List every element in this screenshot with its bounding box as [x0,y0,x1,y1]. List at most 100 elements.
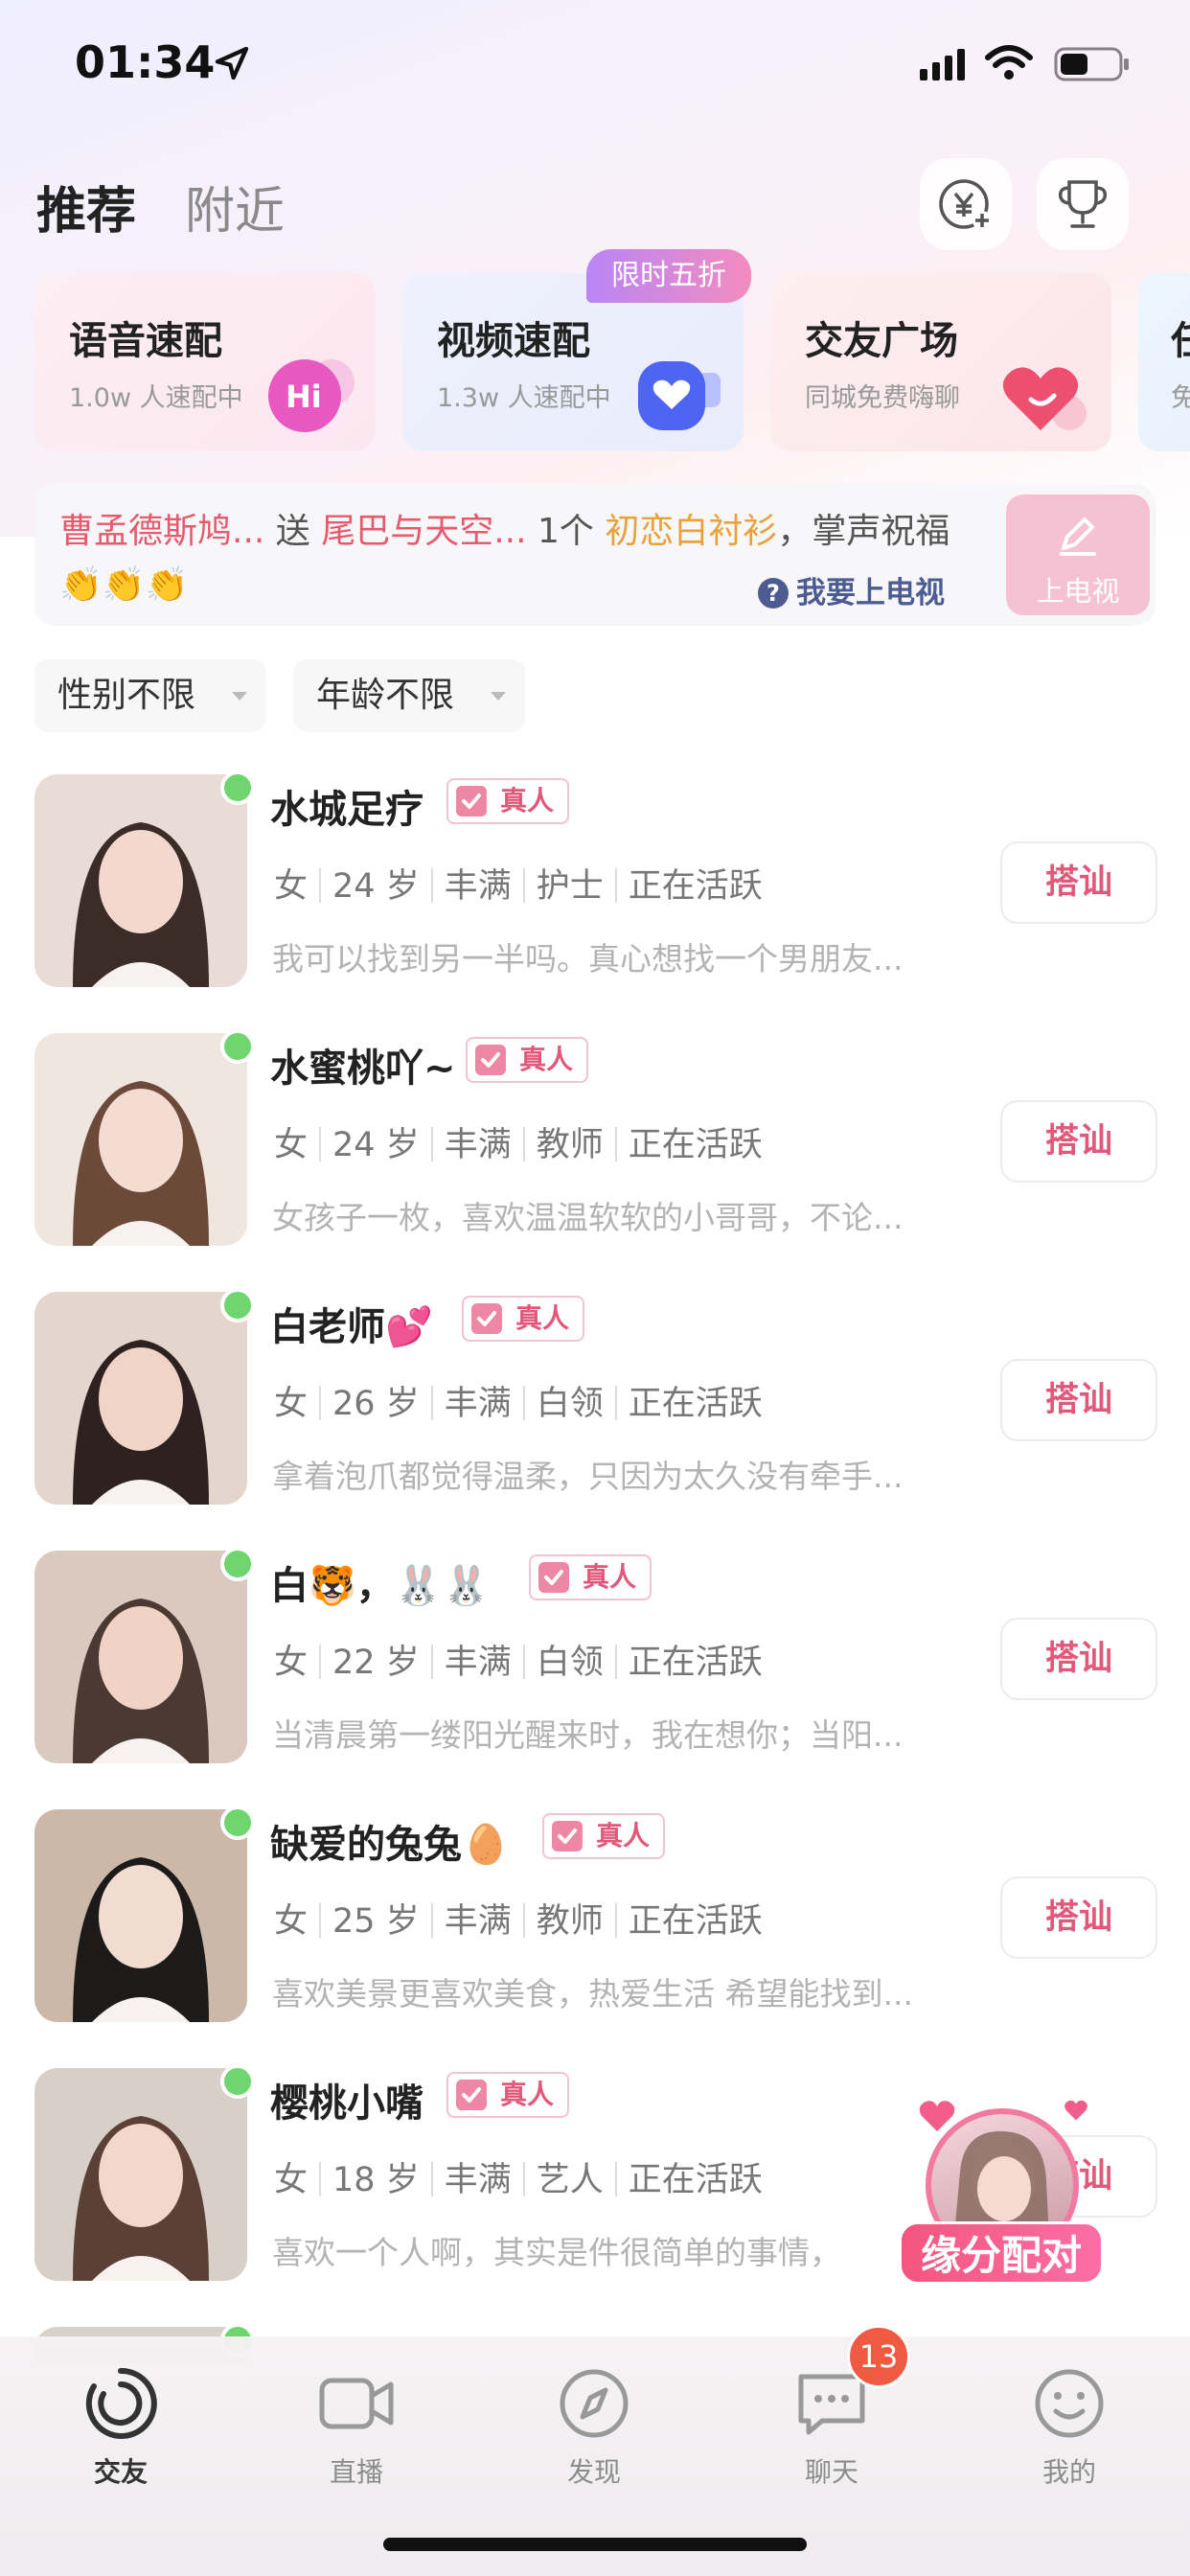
greet-button[interactable]: 搭讪 [1000,841,1157,924]
card-title: 任 [1171,310,1190,365]
card-partial[interactable]: 任 免 [1138,273,1190,451]
card-subtitle: 同城免费嗨聊 [805,383,960,413]
trophy-icon [1058,180,1108,228]
age-filter[interactable]: 年龄不限 [293,659,525,732]
verified-label: 真人 [583,1561,637,1593]
user-row[interactable]: 白老师💕 真人女 26 岁丰满 白领 正在活跃 拿着泡爪都觉得温柔，只因为太久没有牵手..… [0,1288,1190,1551]
user-body: 丰满 [444,1902,512,1941]
divider [430,1903,433,1938]
card-subtitle: 1.3w 人速配中 [437,383,611,413]
smile-icon [1035,2369,1104,2438]
wifi-icon [985,45,1033,80]
check-icon [538,1562,569,1593]
avatar[interactable] [34,1292,247,1505]
divider [522,1903,525,1938]
greet-button[interactable]: 搭讪 [1000,1359,1157,1441]
nav-label: 发现 [566,2456,621,2488]
user-job: 护士 [536,867,604,906]
divider [319,1644,322,1679]
svg-text:Hi: Hi [286,379,322,415]
verified-label: 真人 [596,1820,651,1852]
online-indicator [220,1547,255,1581]
promo-tag: 限时五折 [586,249,751,303]
divider [430,1127,433,1162]
user-row[interactable]: 水蜜桃吖~ 真人女 24 岁丰满 教师 正在活跃 女孩子一枚，喜欢温温软软的小哥哥，不论.… [0,1029,1190,1292]
divider [522,2162,525,2196]
heart-camera-icon [638,361,721,430]
card-friend-square[interactable]: 交友广场 同城免费嗨聊 [770,273,1111,451]
user-gender: 女 [274,1644,309,1682]
user-meta: 女 25 岁丰满 教师 正在活跃 [274,1894,763,1943]
greet-button[interactable]: 搭讪 [1000,1618,1157,1700]
check-icon [552,1821,583,1852]
user-job: 教师 [536,1126,604,1164]
on-tv-label: 上电视 [1036,575,1120,608]
divider [614,1127,617,1162]
status-time: 01:34 [75,36,216,88]
divider [319,2162,322,2196]
user-row[interactable]: 水城足疗 真人女 24 岁丰满 护士 正在活跃 我可以找到另一半吗。真心想找一个男朋友..… [0,770,1190,1033]
go-on-tv-link[interactable]: ? 我要上电视 [758,568,945,611]
friends-icon [85,2367,157,2439]
user-body: 丰满 [444,1644,512,1682]
avatar[interactable] [34,774,247,987]
greet-button[interactable]: 搭讪 [1000,1876,1157,1959]
avatar[interactable] [34,1033,247,1246]
user-gender: 女 [274,1126,309,1164]
user-meta: 女 22 岁丰满 白领 正在活跃 [274,1635,763,1684]
verified-badge: 真人 [462,1296,585,1342]
divider [614,868,617,903]
caret-down-icon [232,692,247,701]
gift-broadcast-banner[interactable]: 曹孟德斯鸠... 送 尾巴与天空... 1个 初恋白衬衫，掌声祝福👏👏👏 ? 我要… [34,484,1156,626]
avatar[interactable] [34,2068,247,2281]
tab-recommend[interactable]: 推荐 [36,171,136,242]
user-status: 正在活跃 [628,1644,763,1682]
user-bio: 喜欢美景更喜欢美食，热爱生活 希望能找到... [272,1975,913,2012]
verified-badge: 真人 [446,778,570,824]
divider [319,1127,322,1162]
nav-me[interactable]: 我的 [993,2356,1146,2499]
user-row[interactable]: 缺爱的兔兔🥚 真人女 25 岁丰满 教师 正在活跃 喜欢美景更喜欢美食，热爱生活 希望能找… [0,1806,1190,2068]
avatar[interactable] [34,1551,247,1763]
divider [522,1127,525,1162]
user-meta: 女 24 岁丰满 护士 正在活跃 [274,859,763,908]
help-icon: ? [758,578,789,609]
user-gender: 女 [274,1385,309,1423]
ranking-button[interactable] [1037,158,1129,250]
card-title: 语音速配 [69,319,222,363]
home-indicator[interactable] [383,2538,807,2551]
user-age: 24 岁 [332,1126,420,1164]
check-icon [456,2080,487,2110]
divider [614,1386,617,1420]
nav-label: 聊天 [804,2456,858,2488]
gender-filter[interactable]: 性别不限 [34,659,266,732]
gender-filter-label: 性别不限 [57,676,196,715]
user-age: 22 岁 [332,1644,420,1682]
user-status: 正在活跃 [628,2161,763,2199]
card-subtitle: 1.0w 人速配中 [69,383,243,413]
user-name: 白🐯，🐰🐰 [270,1564,491,1608]
avatar[interactable] [34,1809,247,2022]
gift-quantity: 1个 [526,512,606,551]
online-indicator [220,1288,255,1322]
verified-label: 真人 [500,2079,555,2110]
receiver-name: 尾巴与天空... [321,512,527,551]
check-icon [475,1045,506,1075]
nav-friends[interactable]: 交友 [44,2356,197,2499]
nav-live[interactable]: 直播 [280,2356,433,2499]
coin-plus-icon [939,179,992,230]
check-icon [471,1303,502,1334]
heart-icon [1064,2100,1087,2121]
user-row[interactable]: 白🐯，🐰🐰 真人女 22 岁丰满 白领 正在活跃 当清晨第一缕阳光醒来时，我在想你；当阳.… [0,1547,1190,1809]
hi-bubble-icon: Hi [268,359,355,432]
tab-nearby[interactable]: 附近 [185,171,285,242]
recharge-button[interactable] [920,158,1012,250]
user-status: 正在活跃 [628,1902,763,1941]
user-name: 樱桃小嘴 [270,2082,423,2126]
user-job: 白领 [536,1644,604,1682]
card-voice-match[interactable]: 语音速配 1.0w 人速配中 Hi [34,273,376,451]
fate-match-button[interactable]: 缘分配对 [899,2099,1110,2290]
greet-button[interactable]: 搭讪 [1000,1100,1157,1183]
on-tv-button[interactable]: 上电视 [1006,494,1150,615]
nav-discover[interactable]: 发现 [517,2356,671,2499]
